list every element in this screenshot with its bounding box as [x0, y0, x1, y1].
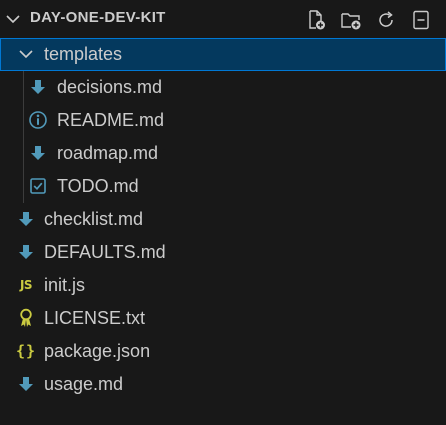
file-tree: templates decisions.md README.md roadmap…	[0, 38, 446, 401]
file-label: package.json	[44, 341, 151, 361]
refresh-icon[interactable]	[375, 9, 397, 31]
file-label: checklist.md	[44, 209, 144, 229]
file-label: decisions.md	[57, 77, 163, 97]
tree-file-todo[interactable]: TODO.md	[0, 170, 446, 203]
workspace-title: DAY-ONE-DEV-KIT	[30, 9, 166, 26]
explorer-header[interactable]: DAY-ONE-DEV-KIT	[0, 0, 446, 38]
tree-file-readme[interactable]: README.md	[0, 104, 446, 137]
markdown-icon	[28, 143, 48, 163]
file-label: README.md	[57, 110, 165, 130]
tree-file-decisions[interactable]: decisions.md	[0, 71, 446, 104]
tree-file-usage[interactable]: usage.md	[0, 368, 446, 401]
tree-file-checklist[interactable]: checklist.md	[0, 203, 446, 236]
explorer-actions	[305, 9, 432, 31]
collapse-all-icon[interactable]	[410, 9, 432, 31]
info-icon	[28, 110, 48, 130]
markdown-icon	[28, 77, 48, 97]
indent-guide	[23, 71, 24, 203]
markdown-icon	[16, 374, 36, 394]
new-file-icon[interactable]	[305, 9, 327, 31]
file-label: roadmap.md	[57, 143, 159, 163]
chevron-down-icon[interactable]	[4, 10, 22, 28]
tree-file-init[interactable]: JS init.js	[0, 269, 446, 302]
explorer-panel: DAY-ONE-DEV-KIT templates decisions.md R…	[0, 0, 446, 425]
new-folder-icon[interactable]	[340, 9, 362, 31]
tree-file-roadmap[interactable]: roadmap.md	[0, 137, 446, 170]
tree-folder-templates[interactable]: templates	[0, 38, 446, 71]
license-icon	[16, 308, 36, 328]
folder-label: templates	[44, 44, 123, 64]
checkbox-icon	[28, 176, 48, 196]
javascript-icon: JS	[19, 278, 33, 292]
file-label: TODO.md	[57, 176, 139, 196]
file-label: init.js	[44, 275, 86, 295]
chevron-down-icon[interactable]	[16, 44, 36, 64]
file-label: DEFAULTS.md	[44, 242, 166, 262]
file-label: LICENSE.txt	[44, 308, 146, 328]
markdown-icon	[16, 209, 36, 229]
tree-file-license[interactable]: LICENSE.txt	[0, 302, 446, 335]
file-label: usage.md	[44, 374, 124, 394]
tree-file-defaults[interactable]: DEFAULTS.md	[0, 236, 446, 269]
tree-file-package[interactable]: {} package.json	[0, 335, 446, 368]
markdown-icon	[16, 242, 36, 262]
json-icon: {}	[15, 342, 37, 360]
